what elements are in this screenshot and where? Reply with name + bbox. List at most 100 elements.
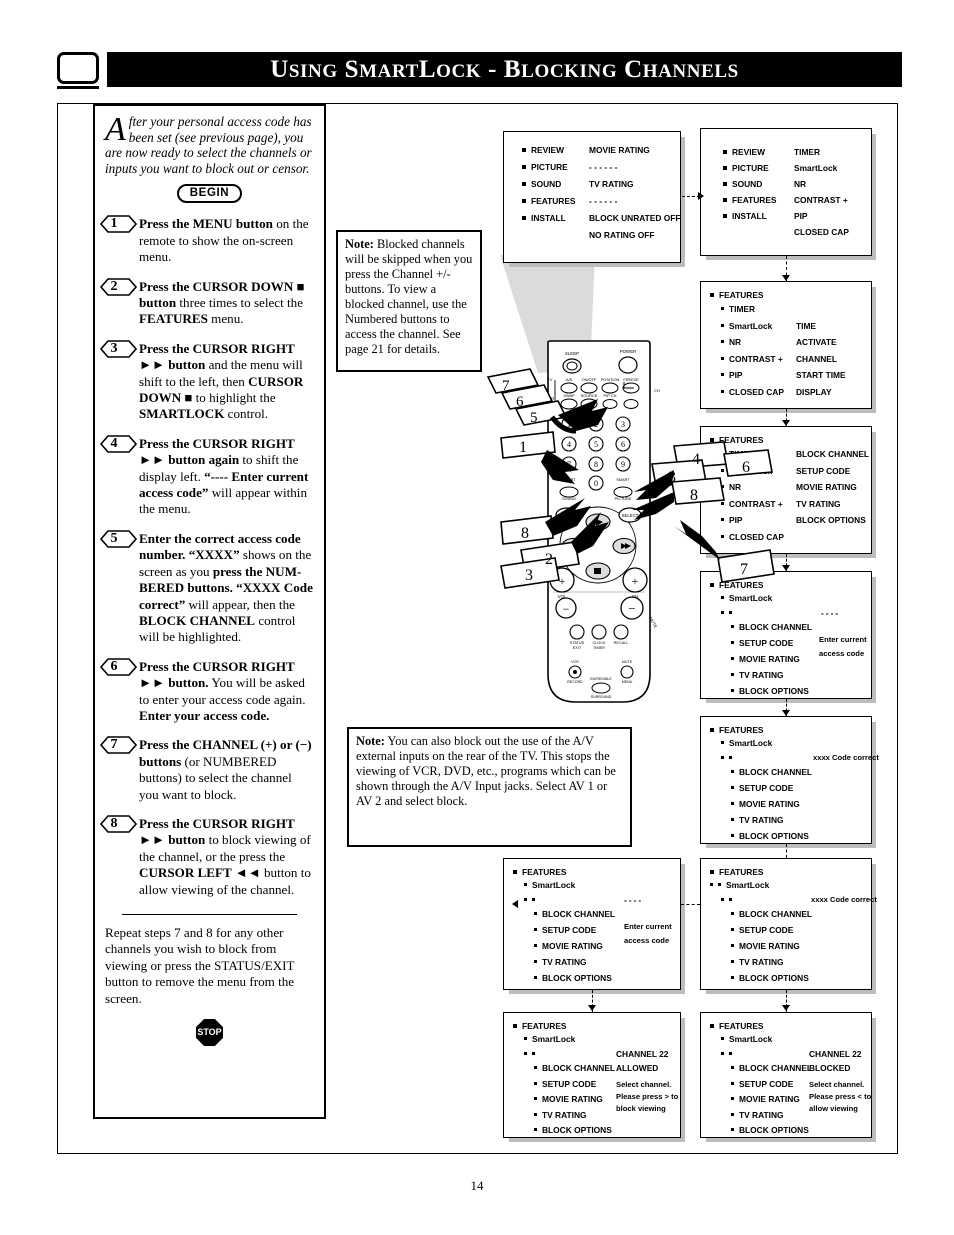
note-label: Note: bbox=[345, 237, 374, 251]
menu-bullet-icon bbox=[731, 786, 734, 789]
menu-item: REVIEW bbox=[723, 147, 765, 157]
svg-text:8: 8 bbox=[521, 525, 529, 542]
menu-bullet-icon bbox=[731, 1112, 734, 1116]
menu-bullet-icon bbox=[534, 912, 537, 915]
menu-message-line-2: Please press > to bbox=[616, 1092, 679, 1101]
menu-item: MOVIE RATING bbox=[534, 1094, 603, 1104]
begin-badge: BEGIN bbox=[176, 184, 243, 204]
menu-channel: CHANNEL 22 bbox=[809, 1049, 862, 1059]
menu-item-label: SETUP CODE bbox=[739, 783, 794, 793]
svg-text:CLOCK: CLOCK bbox=[592, 641, 606, 645]
menu-item: SETUP CODE bbox=[731, 925, 793, 935]
page-number: 14 bbox=[470, 1178, 484, 1193]
svg-text:EXIT: EXIT bbox=[573, 646, 582, 650]
menu-bullet-icon bbox=[731, 928, 734, 931]
menu-item-label: CONTRAST + bbox=[794, 195, 848, 205]
menu-item-label: CHANNEL bbox=[796, 353, 837, 364]
menu-item-label: TV RATING bbox=[739, 1109, 784, 1120]
svg-text:RECORD: RECORD bbox=[567, 680, 583, 684]
menu-item: BLOCK CHANNEL bbox=[731, 767, 812, 777]
menu-item-label: INSTALL bbox=[531, 213, 566, 223]
menu-item: PIP bbox=[721, 370, 743, 380]
step-2: 2 Press the CURSOR DOWN ■ button three ti… bbox=[99, 277, 314, 328]
step-number-badge: 4 bbox=[99, 435, 137, 453]
menu-bullet-icon bbox=[534, 1081, 537, 1085]
step-text: Press the CURSOR RIGHT ►► button again t… bbox=[139, 435, 309, 517]
intro-dropcap: A bbox=[105, 111, 126, 148]
menu-title: FEATURES bbox=[719, 290, 764, 300]
menu-value: CHANNEL bbox=[796, 354, 837, 364]
menu-value: BLOCK UNRATED OFF bbox=[589, 213, 681, 223]
menu-bullet-icon bbox=[723, 149, 727, 154]
menu-screen-code-correct-2: FEATURES SmartLock xxxx Code correct BLO… bbox=[700, 858, 877, 990]
menu-item-label: ACTIVATE bbox=[796, 337, 837, 347]
menu-bullet-icon bbox=[534, 944, 537, 947]
connector-arrow-m7 bbox=[512, 900, 518, 908]
note-text: Blocked channels will be skipped when yo… bbox=[345, 237, 473, 356]
menu-item-label: INSTALL bbox=[732, 211, 767, 221]
menu-item: SOUND bbox=[723, 179, 762, 189]
menu-screen-code-correct-1: FEATURES SmartLock xxxx Code correct BLO… bbox=[700, 716, 879, 844]
menu-screen-ratings: REVIEW PICTURE SOUND FEATURES INSTALL MOVIE … bbox=[503, 131, 681, 263]
menu-bullet-icon bbox=[731, 834, 734, 837]
step-4: 4 Press the CURSOR RIGHT ►► button again … bbox=[99, 435, 314, 518]
step-text: Press the CURSOR RIGHT ►► button to bloc… bbox=[139, 815, 311, 897]
svg-text:STATUS: STATUS bbox=[570, 641, 585, 645]
menu-bullet-icon bbox=[731, 673, 734, 676]
menu-item: SETUP CODE bbox=[534, 925, 596, 935]
intro-text: fter your personal access code has been … bbox=[105, 114, 312, 176]
menu-bullet-icon bbox=[731, 770, 734, 773]
menu-item-label: REVIEW bbox=[732, 147, 766, 157]
menu-item-label: MOVIE RATING bbox=[542, 941, 603, 951]
menu-bullet-icon bbox=[731, 912, 734, 915]
menu-message-line-1: Select channel. bbox=[616, 1080, 672, 1089]
menu-value: ACTIVATE bbox=[796, 337, 837, 347]
instruction-column: After your personal access code has been… bbox=[93, 104, 326, 1119]
menu-item: BLOCK OPTIONS bbox=[731, 1125, 809, 1135]
menu-state: ALLOWED bbox=[616, 1063, 659, 1073]
menu-item-label: TIMER bbox=[794, 147, 821, 157]
step-number: 6 bbox=[110, 658, 118, 674]
svg-text:RECALL: RECALL bbox=[614, 641, 629, 645]
svg-text:4: 4 bbox=[692, 451, 700, 468]
stop-marker-wrap: STOP bbox=[105, 1019, 314, 1047]
step-6: 6 Press the CURSOR RIGHT ►► button. You w… bbox=[99, 657, 314, 725]
svg-text:6: 6 bbox=[516, 394, 524, 410]
menu-message-line-1: Select channel. bbox=[809, 1080, 865, 1089]
menu-screen-channel-allowed: FEATURES SmartLock CHANNEL 22 ALLOWED BL… bbox=[503, 1012, 681, 1138]
steps-list: 1 Press the MENU button on the remote to … bbox=[99, 215, 314, 898]
menu-item: BLOCK OPTIONS bbox=[534, 973, 612, 983]
menu-item: TV RATING bbox=[534, 1110, 587, 1120]
menu-item-label: MOVIE RATING bbox=[542, 1094, 603, 1104]
step-number-badge: 8 bbox=[99, 815, 137, 833]
menu-state: BLOCKED bbox=[809, 1063, 851, 1073]
menu-value: SmartLock bbox=[794, 163, 837, 173]
step-number: 5 bbox=[110, 530, 118, 546]
menu-bullet-icon bbox=[522, 164, 526, 169]
menu-item: BLOCK OPTIONS bbox=[731, 686, 809, 696]
menu-item-label: DISPLAY bbox=[796, 386, 832, 397]
menu-item-label: MOVIE RATING bbox=[739, 1094, 800, 1104]
svg-text:8: 8 bbox=[690, 487, 698, 504]
menu-message-line-2: access code bbox=[819, 649, 865, 658]
menu-item-label: TV RATING bbox=[739, 957, 784, 967]
menu-bullet-icon bbox=[721, 307, 724, 310]
menu-item-label: BLOCK OPTIONS bbox=[739, 1125, 809, 1135]
menu-item: INSTALL bbox=[522, 213, 566, 223]
step-1: 1 Press the MENU button on the remote to … bbox=[99, 215, 314, 265]
menu-screen-features-timer: FEATURES TIMER SmartLock NR CONTRAST + PIP CL… bbox=[700, 281, 872, 409]
svg-text:7: 7 bbox=[740, 561, 748, 578]
section-divider bbox=[122, 914, 297, 915]
begin-marker-wrap: BEGIN bbox=[105, 183, 314, 204]
menu-item: BLOCK CHANNEL bbox=[731, 909, 812, 919]
menu-item-label: BLOCK OPTIONS bbox=[542, 1125, 612, 1135]
menu-item-label: BLOCK CHANNEL bbox=[739, 1063, 813, 1073]
menu-item-label: BLOCK OPTIONS bbox=[739, 973, 809, 983]
menu-item-label: FEATURES bbox=[732, 195, 777, 205]
manual-page: USING SMARTLOCK - BLOCKING CHANNELS Afte… bbox=[0, 0, 954, 1235]
menu-value: - - - - - - bbox=[589, 162, 617, 172]
menu-item-label: CLOSED CAP bbox=[794, 227, 849, 237]
menu-value: MOVIE RATING bbox=[589, 145, 650, 155]
menu-bullet-icon bbox=[534, 1128, 537, 1131]
menu-bullet-icon bbox=[534, 976, 537, 979]
